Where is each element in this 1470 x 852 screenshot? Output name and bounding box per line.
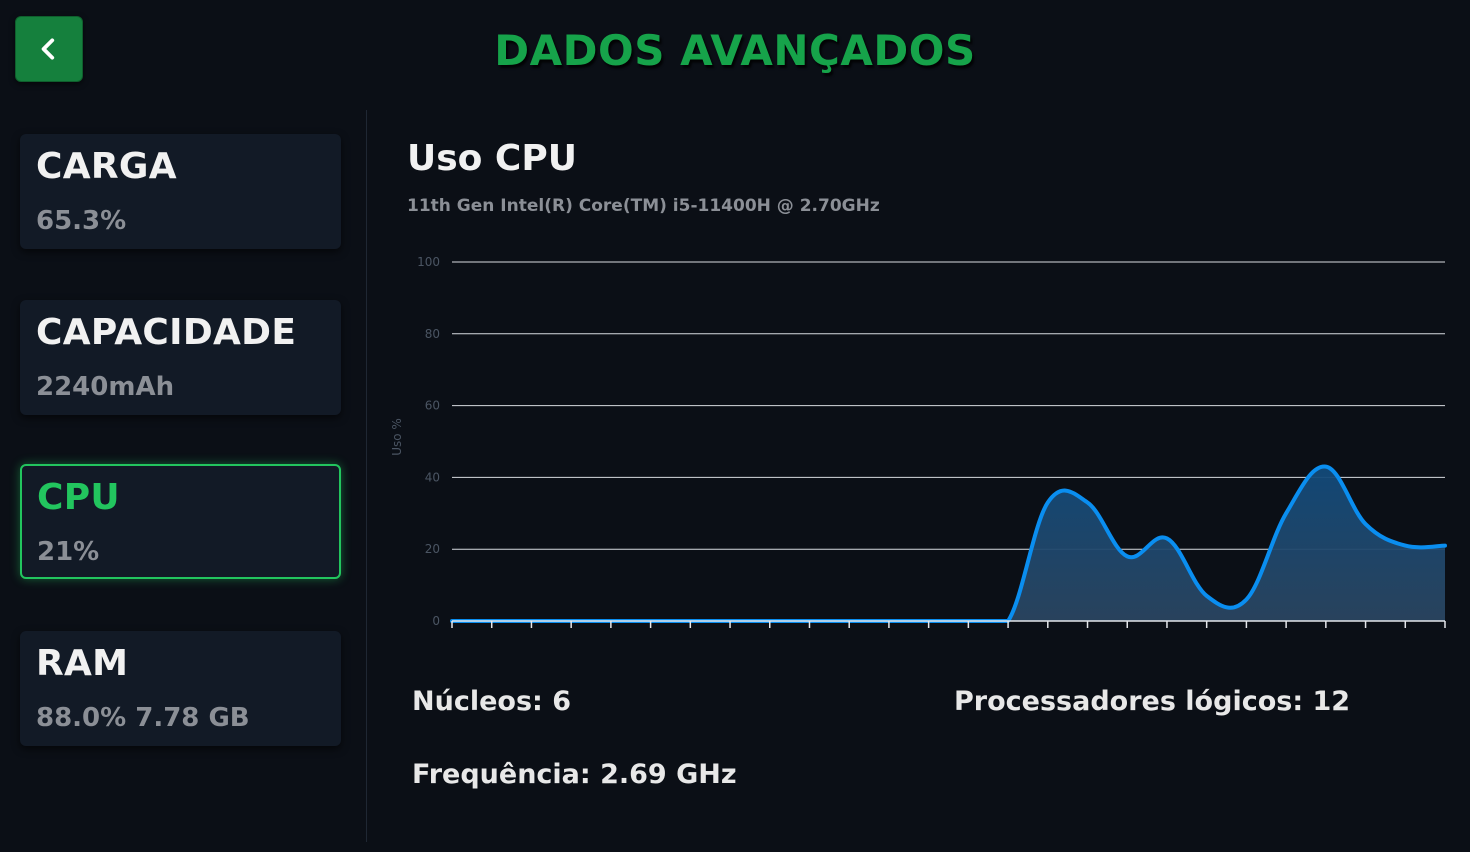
sidebar-item-label: RAM bbox=[36, 643, 129, 684]
page-title: DADOS AVANÇADOS bbox=[494, 26, 976, 75]
y-tick-label: 0 bbox=[432, 614, 440, 628]
y-tick-label: 80 bbox=[425, 327, 440, 341]
cpu-usage-chart: 0 20 40 60 80 100 Uso % bbox=[390, 255, 1447, 628]
sidebar-item-cpu[interactable]: CPU 21% bbox=[20, 464, 341, 579]
sidebar-item-value: 88.0% 7.78 GB bbox=[36, 703, 250, 733]
cpu-usage-area bbox=[452, 466, 1445, 621]
y-tick-label: 20 bbox=[425, 542, 440, 556]
sidebar-item-value: 2240mAh bbox=[36, 372, 175, 402]
sidebar-item-carga[interactable]: CARGA 65.3% bbox=[20, 134, 341, 249]
sidebar-item-value: 65.3% bbox=[36, 206, 127, 236]
sidebar-divider bbox=[366, 110, 367, 842]
y-tick-label: 60 bbox=[425, 399, 440, 413]
cpu-model-subtitle: 11th Gen Intel(R) Core(TM) i5-11400H @ 2… bbox=[407, 196, 880, 216]
sidebar-item-label: CPU bbox=[37, 477, 120, 518]
sidebar-item-ram[interactable]: RAM 88.0% 7.78 GB bbox=[20, 631, 341, 746]
sidebar-item-label: CARGA bbox=[36, 146, 177, 187]
sidebar-item-label: CAPACIDADE bbox=[36, 312, 297, 353]
y-tick-label: 100 bbox=[417, 255, 440, 269]
chart-title: Uso CPU bbox=[407, 138, 577, 179]
y-axis-label: Uso % bbox=[390, 418, 404, 456]
cores-count: Núcleos: 6 bbox=[412, 686, 571, 717]
cpu-frequency: Frequência: 2.69 GHz bbox=[412, 759, 737, 790]
sidebar-item-value: 21% bbox=[37, 537, 100, 567]
logical-processors-count: Processadores lógicos: 12 bbox=[954, 686, 1351, 717]
sidebar-item-capacidade[interactable]: CAPACIDADE 2240mAh bbox=[20, 300, 341, 415]
y-tick-label: 40 bbox=[425, 470, 440, 484]
